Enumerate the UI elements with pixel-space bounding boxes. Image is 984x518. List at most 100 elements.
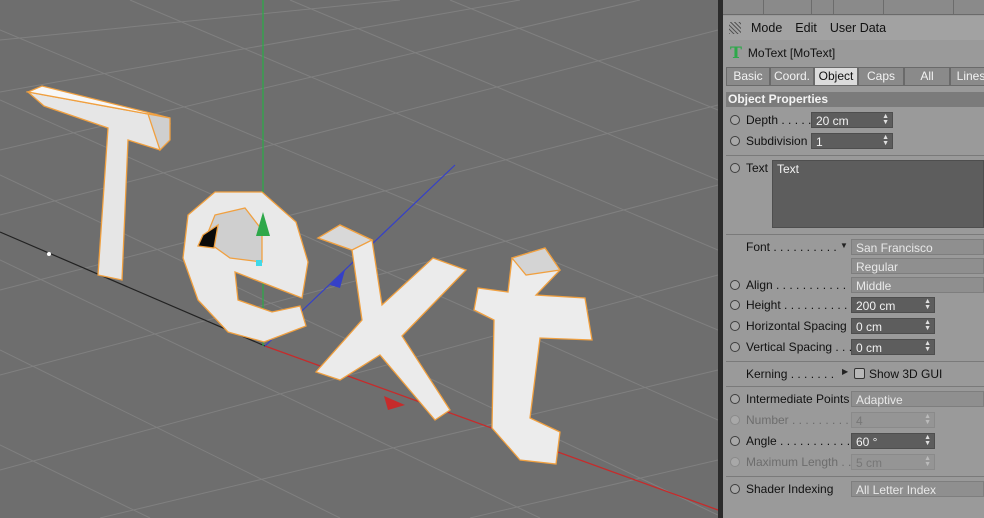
- tab-coord[interactable]: Coord.: [770, 67, 814, 86]
- number-animate-radio[interactable]: [730, 415, 740, 425]
- font-style-dropdown[interactable]: Regular: [851, 258, 984, 274]
- depth-row: Depth . . . . . 20 cm ▲ ▼: [723, 111, 984, 131]
- object-center-handle[interactable]: [256, 260, 262, 266]
- maxlen-animate-radio[interactable]: [730, 457, 740, 467]
- maxlen-field[interactable]: 5 cm ▲ ▼: [851, 454, 935, 470]
- tab-bar: Basic Coord. Object Caps All Lines: [726, 67, 984, 86]
- number-field[interactable]: 4 ▲ ▼: [851, 412, 935, 428]
- hspacing-label: Horizontal Spacing: [746, 319, 847, 333]
- subdivision-label: Subdivision: [746, 134, 808, 148]
- viewport-scene: [0, 0, 718, 518]
- vspacing-row: Vertical Spacing . . . 0 cm ▲ ▼: [723, 338, 984, 358]
- section-header: Object Properties: [726, 92, 984, 107]
- vspacing-stepper-icon[interactable]: ▲ ▼: [924, 340, 931, 353]
- maxlen-stepper-icon[interactable]: ▲ ▼: [924, 455, 931, 468]
- shader-label: Shader Indexing: [746, 482, 834, 496]
- show-3d-gui-checkbox[interactable]: [854, 368, 865, 379]
- grip-icon[interactable]: [729, 22, 741, 34]
- tab-basic[interactable]: Basic: [726, 67, 770, 86]
- depth-animate-radio[interactable]: [730, 115, 740, 125]
- vspacing-animate-radio[interactable]: [730, 342, 740, 352]
- align-row: Align . . . . . . . . . . . Middle: [723, 276, 984, 296]
- depth-label: Depth . . . . .: [746, 113, 812, 127]
- text-animate-radio[interactable]: [730, 163, 740, 173]
- font-row: Font . . . . . . . . . . ▼ San Francisco: [723, 238, 984, 258]
- height-stepper-icon[interactable]: ▲ ▼: [924, 298, 931, 311]
- font-family-dropdown[interactable]: San Francisco: [851, 239, 984, 255]
- menu-edit[interactable]: Edit: [795, 21, 817, 35]
- tab-lines[interactable]: Lines: [950, 67, 984, 86]
- height-row: Height . . . . . . . . . . . 200 cm ▲ ▼: [723, 296, 984, 316]
- text-input[interactable]: Text: [772, 160, 984, 228]
- tab-all[interactable]: All: [904, 67, 950, 86]
- subdivision-animate-radio[interactable]: [730, 136, 740, 146]
- intermediate-label: Intermediate Points: [746, 392, 850, 406]
- intermediate-dropdown[interactable]: Adaptive: [851, 391, 984, 407]
- z-axis-handle[interactable]: [330, 270, 345, 288]
- letter-T: [25, 85, 171, 281]
- height-value: 200 cm: [856, 299, 896, 313]
- tab-caps[interactable]: Caps: [858, 67, 904, 86]
- number-row: Number . . . . . . . . . . 4 ▲ ▼: [723, 411, 984, 431]
- font-expand-arrow-icon[interactable]: ▼: [840, 241, 848, 250]
- show-3d-gui-label: Show 3D GUI: [869, 367, 943, 381]
- subdivision-row: Subdivision 1 ▲ ▼: [723, 132, 984, 152]
- shader-dropdown[interactable]: All Letter Index: [851, 481, 984, 497]
- font-label: Font . . . . . . . . . .: [746, 240, 837, 254]
- maxlen-row: Maximum Length . . 5 cm ▲ ▼: [723, 453, 984, 473]
- hspacing-stepper-icon[interactable]: ▲ ▼: [924, 319, 931, 332]
- number-value: 4: [856, 414, 863, 428]
- depth-value: 20 cm: [816, 114, 849, 128]
- hspacing-field[interactable]: 0 cm ▲ ▼: [851, 318, 935, 334]
- align-animate-radio[interactable]: [730, 280, 740, 290]
- maxlen-label: Maximum Length . .: [746, 455, 852, 469]
- height-field[interactable]: 200 cm ▲ ▼: [851, 297, 935, 313]
- kerning-label: Kerning . . . . . . .: [746, 367, 835, 381]
- hspacing-row: Horizontal Spacing 0 cm ▲ ▼: [723, 317, 984, 337]
- angle-field[interactable]: 60 ° ▲ ▼: [851, 433, 935, 449]
- attribute-menubar: Mode Edit User Data: [723, 16, 984, 40]
- angle-animate-radio[interactable]: [730, 436, 740, 446]
- number-stepper-icon[interactable]: ▲ ▼: [924, 413, 931, 426]
- subdivision-value: 1: [816, 135, 823, 149]
- align-label: Align . . . . . . . . . . .: [746, 278, 847, 292]
- subdivision-field[interactable]: 1 ▲ ▼: [811, 133, 893, 149]
- object-name: MoText [MoText]: [747, 46, 836, 60]
- vspacing-value: 0 cm: [856, 341, 883, 355]
- kerning-expand-arrow-icon[interactable]: ▶: [842, 367, 848, 376]
- text-label: Text: [746, 161, 769, 175]
- panel-top-strip: [723, 0, 984, 15]
- depth-stepper-icon[interactable]: ▲ ▼: [882, 113, 889, 126]
- separator: [726, 155, 984, 156]
- menu-mode[interactable]: Mode: [751, 21, 782, 35]
- angle-stepper-icon[interactable]: ▲ ▼: [924, 434, 931, 447]
- intermediate-animate-radio[interactable]: [730, 394, 740, 404]
- angle-label: Angle . . . . . . . . . . . .: [746, 434, 857, 448]
- vspacing-label: Vertical Spacing . . .: [746, 340, 853, 354]
- depth-field[interactable]: 20 cm ▲ ▼: [811, 112, 893, 128]
- letter-e: [182, 191, 309, 343]
- height-animate-radio[interactable]: [730, 300, 740, 310]
- object-header: T MoText [MoText]: [723, 42, 984, 64]
- number-label: Number . . . . . . . . . .: [746, 413, 856, 427]
- vspacing-field[interactable]: 0 cm ▲ ▼: [851, 339, 935, 355]
- kerning-row: Kerning . . . . . . . ▶ Show 3D GUI: [723, 365, 984, 385]
- intermediate-row: Intermediate Points Adaptive: [723, 390, 984, 410]
- separator: [726, 361, 984, 362]
- x-axis-handle[interactable]: [384, 396, 405, 410]
- font-style-row: Regular: [723, 257, 984, 277]
- height-label: Height . . . . . . . . . . .: [746, 298, 855, 312]
- menu-user-data[interactable]: User Data: [830, 21, 886, 35]
- align-dropdown[interactable]: Middle: [851, 277, 984, 293]
- maxlen-value: 5 cm: [856, 456, 883, 470]
- separator: [726, 234, 984, 235]
- origin-marker: [47, 252, 51, 256]
- hspacing-animate-radio[interactable]: [730, 321, 740, 331]
- shader-animate-radio[interactable]: [730, 484, 740, 494]
- attribute-manager: Mode Edit User Data T MoText [MoText] Ba…: [723, 0, 984, 518]
- 3d-viewport[interactable]: [0, 0, 718, 518]
- angle-row: Angle . . . . . . . . . . . . 60 ° ▲ ▼: [723, 432, 984, 452]
- subdivision-stepper-icon[interactable]: ▲ ▼: [882, 134, 889, 147]
- tab-object[interactable]: Object: [814, 67, 858, 86]
- motext-icon: T: [730, 43, 742, 62]
